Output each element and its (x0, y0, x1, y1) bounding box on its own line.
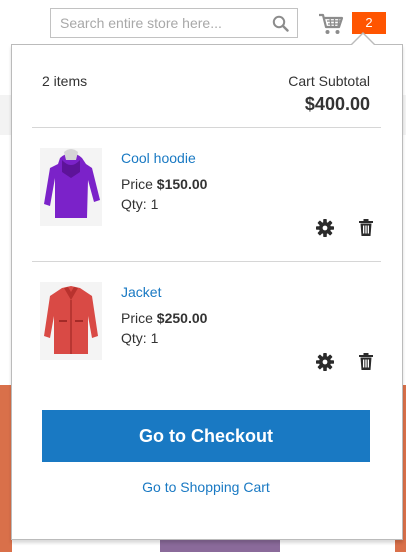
view-cart-link[interactable]: Go to Shopping Cart (12, 479, 400, 495)
price-value: $150.00 (156, 176, 208, 192)
product-price: Price $250.00 (121, 310, 207, 326)
product-name-link[interactable]: Jacket (121, 284, 161, 300)
search-input[interactable] (51, 9, 261, 37)
product-qty: Qty: 1 (121, 196, 158, 212)
search-icon[interactable] (272, 15, 289, 32)
jacket-image (44, 286, 98, 354)
price-label: Price (121, 176, 153, 192)
cart-item: Cool hoodie Price $150.00 Qty: 1 (32, 128, 381, 261)
price-label: Price (121, 310, 153, 326)
minicart-dropdown: 2 items Cart Subtotal $400.00 Cool hoodi… (11, 44, 403, 540)
qty-value[interactable]: 1 (151, 330, 159, 346)
search-box (50, 8, 298, 38)
trash-icon[interactable] (359, 353, 373, 370)
cart-counter-badge[interactable]: 2 (352, 12, 386, 34)
dropdown-arrow-fill (352, 34, 374, 45)
subtotal-label: Cart Subtotal (288, 73, 370, 89)
qty-label: Qty: (121, 196, 147, 212)
product-qty: Qty: 1 (121, 330, 158, 346)
product-name-link[interactable]: Cool hoodie (121, 150, 196, 166)
items-total: 2 items (42, 73, 88, 89)
cart-item: Jacket Price $250.00 Qty: 1 (32, 262, 381, 395)
hoodie-image (44, 149, 100, 218)
qty-value[interactable]: 1 (151, 196, 159, 212)
subtotal-amount: $400.00 (304, 94, 370, 114)
qty-label: Qty: (121, 330, 147, 346)
price-value: $250.00 (156, 310, 208, 326)
shopping-cart-icon[interactable] (318, 12, 344, 36)
product-image[interactable] (40, 282, 102, 360)
gear-icon[interactable] (316, 353, 334, 371)
checkout-button[interactable]: Go to Checkout (42, 410, 370, 462)
gear-icon[interactable] (316, 219, 334, 237)
product-price: Price $150.00 (121, 176, 207, 192)
product-image[interactable] (40, 148, 102, 226)
trash-icon[interactable] (359, 219, 373, 236)
